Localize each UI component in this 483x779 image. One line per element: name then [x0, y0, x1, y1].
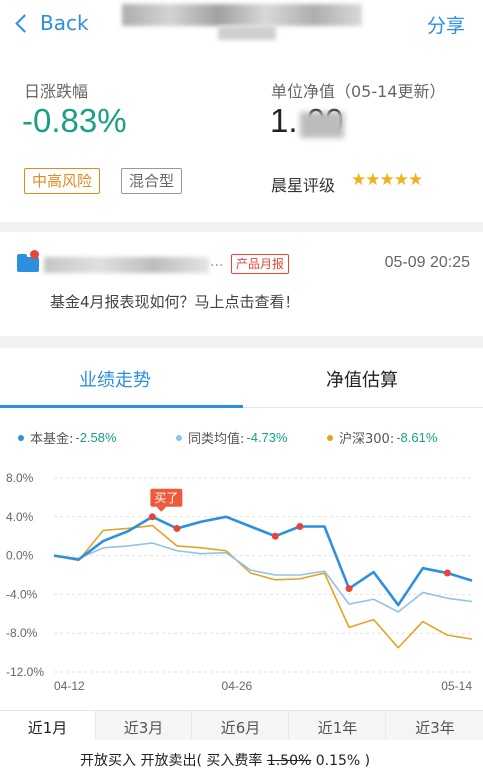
- x-tick-label: 05-14: [441, 679, 472, 693]
- y-tick-label: -4.0%: [6, 587, 38, 601]
- trade-status-bar: 开放买入 开放卖出( 买入费率 1.50% 0.15% ): [0, 740, 483, 779]
- notice-message: 基金4月报表现如何？马上点击查看！: [50, 293, 300, 311]
- buy-marker-label: 买了: [154, 491, 178, 505]
- chart-legend: 本基金: -2.58% 同类均值: -4.73% 沪深300: -8.61%: [0, 428, 483, 447]
- unit-nav-label: 单位净值（05-14更新）: [271, 82, 446, 101]
- sender-ellipsis: ...: [210, 254, 224, 270]
- legend-dot-icon: [327, 434, 333, 441]
- nav-value-redacted: [300, 112, 344, 138]
- buy-marker-pointer: [156, 506, 167, 512]
- trade-status-prefix: 开放买入 开放卖出( 买入费率: [80, 753, 267, 769]
- daily-change-value: -0.83%: [22, 102, 127, 139]
- legend-value: -4.73%: [246, 430, 288, 445]
- legend-item-category-avg: 同类均值: -4.73%: [176, 428, 288, 447]
- unread-dot: [30, 250, 39, 259]
- legend-value: -2.58%: [75, 430, 117, 445]
- y-tick-label: 8.0%: [6, 471, 34, 485]
- performance-chart[interactable]: 8.0% 4.0% 0.0% -4.0% -8.0% -12.0% 04-12 04-26 05…: [0, 460, 483, 695]
- risk-level-tag: 中高风险: [24, 168, 101, 194]
- trade-point: [271, 532, 279, 540]
- sender-redacted: [44, 257, 209, 273]
- fund-summary-card: 日涨跌幅 -0.83% 单位净值（05-14更新） 1. 00 中高风险 混合型…: [0, 46, 483, 222]
- chart-card: 业绩走势 净值估算 本基金: -2.58% 同类均值: -4.73% 沪深300…: [0, 348, 483, 779]
- legend-item-fund: 本基金: -2.58%: [18, 428, 117, 447]
- y-tick-label: 4.0%: [6, 510, 34, 524]
- nav-bar: Back 分享: [0, 0, 483, 46]
- active-tab-indicator: [0, 405, 243, 408]
- legend-dot-icon: [176, 434, 182, 441]
- legend-name: 沪深300:: [339, 432, 395, 447]
- trade-point: [345, 585, 353, 593]
- rating-stars-icon: ★★★★★: [351, 170, 423, 190]
- legend-name: 本基金:: [30, 432, 74, 447]
- morningstar-rating-label: 晨星评级: [271, 176, 336, 195]
- fund-code-redacted: [218, 26, 276, 40]
- tab-performance[interactable]: 业绩走势: [79, 366, 151, 392]
- series-line-1: [53, 542, 473, 613]
- y-tick-label: -8.0%: [6, 626, 38, 640]
- trade-status-suffix: ): [360, 753, 371, 769]
- legend-dot-icon: [18, 434, 24, 441]
- chevron-left-icon: [15, 13, 34, 33]
- legend-name: 同类均值:: [188, 432, 245, 447]
- discount-fee-rate: 0.15%: [311, 753, 361, 769]
- back-button[interactable]: Back: [14, 8, 89, 38]
- trade-status-text: 开放买入 开放卖出( 买入费率 1.50% 0.15% ): [80, 750, 370, 770]
- legend-item-hs300: 沪深300: -8.61%: [327, 428, 437, 447]
- y-tick-label: 0.0%: [6, 549, 34, 563]
- legend-value: -8.61%: [396, 430, 438, 445]
- chart-tabs: 业绩走势 净值估算: [0, 348, 483, 408]
- monthly-report-notice[interactable]: ... 产品月报 05-09 20:25 基金4月报表现如何？马上点击查看！: [0, 232, 483, 336]
- original-fee-rate: 1.50%: [266, 753, 312, 769]
- trade-point: [443, 569, 451, 577]
- x-tick-label: 04-26: [222, 679, 253, 693]
- period-selector: 近1月 近3月 近6月 近1年 近3年: [0, 710, 483, 745]
- share-button[interactable]: 分享: [427, 11, 465, 38]
- report-tag: 产品月报: [231, 254, 290, 274]
- trade-point: [148, 513, 156, 521]
- back-label: Back: [40, 11, 89, 35]
- daily-change-label: 日涨跌幅: [24, 82, 89, 101]
- x-tick-label: 04-12: [54, 679, 85, 693]
- trade-point: [173, 524, 181, 532]
- tab-estimate[interactable]: 净值估算: [326, 366, 398, 392]
- fund-type-tag: 混合型: [121, 168, 183, 194]
- notice-time: 05-09 20:25: [384, 254, 470, 271]
- fund-title-redacted: [122, 4, 362, 26]
- trade-point: [296, 523, 304, 530]
- y-tick-label: -12.0%: [6, 665, 44, 679]
